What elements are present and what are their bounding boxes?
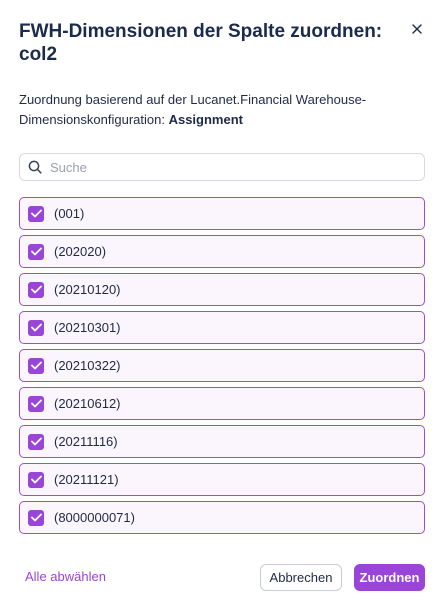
check-icon xyxy=(30,399,42,408)
list-item[interactable]: (20211121) xyxy=(19,463,425,496)
dialog-title: FWH-Dimensionen der Spalte zuordnen: col… xyxy=(19,21,383,65)
checkbox-checked[interactable] xyxy=(28,357,44,374)
search-input[interactable] xyxy=(50,159,410,175)
list-item[interactable]: (202020) xyxy=(19,235,425,268)
check-icon xyxy=(30,361,42,370)
checkbox-checked[interactable] xyxy=(28,243,44,260)
list-item[interactable]: (20210120) xyxy=(19,273,425,306)
list-item-label: (20211121) xyxy=(54,472,119,487)
list-item[interactable]: (20210322) xyxy=(19,349,425,382)
list-item-label: (20211116) xyxy=(54,434,118,449)
list-item[interactable]: (20211116) xyxy=(19,425,425,458)
list-item[interactable]: (20210301) xyxy=(19,311,425,344)
check-icon xyxy=(30,323,42,332)
checkbox-checked[interactable] xyxy=(28,471,44,488)
list-item-label: (202020) xyxy=(54,244,107,259)
list-item-label: (001) xyxy=(54,206,85,221)
description-config-name: Assignment xyxy=(168,112,243,127)
mapping-dialog: FWH-Dimensionen der Spalte zuordnen: col… xyxy=(0,0,445,610)
checkbox-checked[interactable] xyxy=(28,205,44,222)
cancel-button[interactable]: Abbrechen xyxy=(260,564,342,591)
checkbox-checked[interactable] xyxy=(28,319,44,336)
list-item-label: (8000000071) xyxy=(54,510,135,525)
checkbox-checked[interactable] xyxy=(28,509,44,526)
checkbox-checked[interactable] xyxy=(28,433,44,450)
check-icon xyxy=(30,209,42,218)
dialog-description: Zuordnung basierend auf der Lucanet.Fina… xyxy=(19,90,419,130)
assign-button[interactable]: Zuordnen xyxy=(354,564,425,591)
check-icon xyxy=(30,247,42,256)
search-icon xyxy=(28,160,42,174)
list-item-label: (20210301) xyxy=(54,320,121,335)
close-button[interactable] xyxy=(408,20,426,38)
list-item[interactable]: (001) xyxy=(19,197,425,230)
list-item-label: (20210322) xyxy=(54,358,121,373)
checkbox-checked[interactable] xyxy=(28,395,44,412)
checkbox-checked[interactable] xyxy=(28,281,44,298)
check-icon xyxy=(30,437,42,446)
close-icon xyxy=(412,24,422,34)
deselect-all-link[interactable]: Alle abwählen xyxy=(25,569,106,584)
search-box[interactable] xyxy=(19,153,425,181)
dimension-list: (001) (202020) (20210120) (20210301) (20… xyxy=(19,197,425,539)
list-item-label: (20210120) xyxy=(54,282,121,297)
list-item[interactable]: (20210612) xyxy=(19,387,425,420)
list-item[interactable]: (8000000071) xyxy=(19,501,425,534)
check-icon xyxy=(30,513,42,522)
check-icon xyxy=(30,285,42,294)
check-icon xyxy=(30,475,42,484)
list-item-label: (20210612) xyxy=(54,396,121,411)
